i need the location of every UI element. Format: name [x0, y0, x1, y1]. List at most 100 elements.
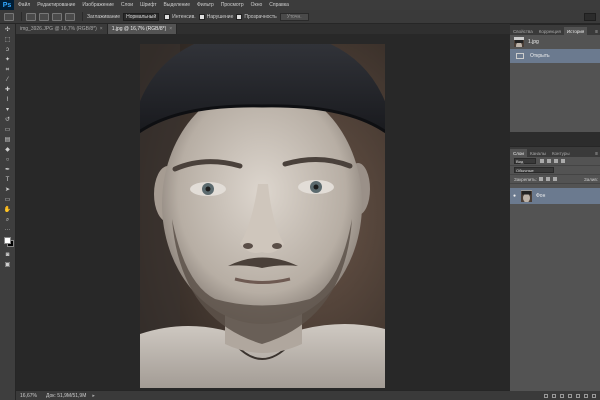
hand-tool-icon[interactable]: ✋ [3, 207, 12, 214]
document-tab-title: img_3926.JPG @ 16,7% (RGB/8*) [20, 26, 97, 32]
filter-adjust-icon[interactable] [547, 159, 551, 163]
mask-icon[interactable] [560, 393, 564, 398]
document-icon [516, 53, 524, 59]
healing-tool-icon[interactable]: ✚ [3, 87, 12, 94]
panel-menu-icon[interactable]: ≡ [595, 29, 600, 35]
menu-image[interactable]: Изображение [82, 2, 114, 8]
divider [82, 12, 83, 21]
lock-all-icon[interactable] [552, 177, 557, 181]
folder-icon[interactable] [576, 393, 580, 398]
intersect-selection-icon[interactable] [65, 12, 75, 21]
lock-position-icon[interactable] [545, 177, 550, 181]
document-size: Док: 51,9M/51,9M [46, 392, 87, 399]
tab-layers[interactable]: Слои [510, 149, 527, 157]
close-icon[interactable]: × [100, 26, 103, 32]
filter-shape-icon[interactable] [561, 159, 565, 163]
history-brush-tool-icon[interactable]: ↺ [3, 117, 12, 124]
shape-tool-icon[interactable]: ▭ [3, 197, 12, 204]
divider [21, 12, 22, 21]
canvas-area[interactable] [16, 34, 510, 390]
trash-icon[interactable] [592, 393, 596, 398]
snapshot-label: 1.jpg [528, 39, 539, 45]
dodge-tool-icon[interactable]: ○ [3, 157, 12, 164]
document-tab-active[interactable]: 1.jpg @ 16,7% (RGB/8*) × [107, 24, 178, 34]
stamp-tool-icon[interactable]: ▾ [3, 107, 12, 114]
lock-pixels-icon[interactable] [538, 177, 543, 181]
intensity-checkbox[interactable] [164, 13, 171, 20]
refine-edge-button[interactable]: Уточн. [279, 12, 309, 21]
menu-file[interactable]: Файл [18, 2, 30, 8]
magic-wand-tool-icon[interactable]: ✦ [3, 57, 12, 64]
more-tools-icon[interactable]: ··· [3, 227, 12, 234]
marquee-tool-icon[interactable]: ⬚ [3, 37, 12, 44]
add-selection-icon[interactable] [39, 12, 49, 21]
transparency-checkbox[interactable] [236, 13, 243, 20]
pen-tool-icon[interactable]: ✒ [3, 167, 12, 174]
right-panels: Свойства Коррекция История ≡ 1.jpg Откры… [510, 24, 600, 400]
history-step-open[interactable]: Открыть [510, 49, 600, 63]
tab-history[interactable]: История [563, 27, 588, 35]
path-selection-tool-icon[interactable]: ➤ [3, 187, 12, 194]
violation-checkbox[interactable] [198, 13, 205, 20]
link-icon[interactable] [544, 393, 548, 398]
zoom-tool-icon[interactable]: ⌕ [3, 217, 12, 224]
screen-mode-icon[interactable]: ▣ [3, 262, 12, 269]
eye-icon[interactable]: ● [513, 193, 521, 199]
menu-edit[interactable]: Редактирование [37, 2, 75, 8]
menu-layers[interactable]: Слои [121, 2, 133, 8]
move-tool-icon[interactable]: ✣ [3, 27, 12, 34]
menu-window[interactable]: Окно [251, 2, 263, 8]
menu-type[interactable]: Шрифт [140, 2, 156, 8]
tab-paths[interactable]: Контуры [549, 149, 573, 157]
layer-filter-select[interactable]: Вид [514, 158, 536, 164]
app-logo: Ps [0, 0, 14, 10]
layer-background[interactable]: ● Фон [510, 188, 600, 204]
menu-filter[interactable]: Фильтр [197, 2, 214, 8]
eraser-tool-icon[interactable]: ▭ [3, 127, 12, 134]
menu-help[interactable]: Справка [269, 2, 289, 8]
gradient-tool-icon[interactable]: ▤ [3, 137, 12, 144]
brush-tool-icon[interactable]: ⌇ [3, 97, 12, 104]
layers-panel-tabs: Слои Каналы Контуры ≡ [510, 147, 600, 157]
crop-tool-icon[interactable]: ⌗ [3, 67, 12, 74]
tab-properties[interactable]: Свойства [510, 27, 536, 35]
workspace-select[interactable] [584, 12, 596, 21]
lock-row: Закрепить: Залив: [510, 175, 600, 184]
status-bar: 16,67% Док: 51,9M/51,9M ▸ [16, 390, 510, 400]
document-tab[interactable]: img_3926.JPG @ 16,7% (RGB/8*) × [16, 24, 108, 34]
new-selection-icon[interactable] [26, 12, 36, 21]
fill-label: Залив: [583, 176, 598, 182]
fx-icon[interactable] [552, 393, 556, 398]
smoothing-select[interactable]: Нормальный [123, 12, 160, 21]
filter-pixel-icon[interactable] [540, 159, 544, 163]
document-image[interactable] [140, 44, 385, 388]
tool-preset-icon[interactable] [4, 12, 14, 21]
snapshot-thumbnail [514, 37, 524, 47]
violation-label: Нарушение [206, 13, 234, 20]
tab-adjustments[interactable]: Коррекция [536, 27, 564, 35]
lock-label: Закрепить: [514, 176, 537, 182]
lasso-tool-icon[interactable]: ↄ [3, 47, 12, 54]
status-menu-arrow-icon[interactable]: ▸ [92, 393, 95, 399]
history-panel-tabs: Свойства Коррекция История ≡ [510, 25, 600, 35]
eyedropper-tool-icon[interactable]: ⁄ [3, 77, 12, 84]
document-tab-title: 1.jpg @ 16,7% (RGB/8*) [111, 26, 167, 32]
blend-mode-select[interactable]: Обычные [514, 167, 554, 173]
new-layer-icon[interactable] [584, 393, 588, 398]
zoom-level[interactable]: 16,67% [20, 393, 46, 399]
tab-channels[interactable]: Каналы [527, 149, 549, 157]
adjustment-icon[interactable] [568, 393, 572, 398]
subtract-selection-icon[interactable] [52, 12, 62, 21]
blur-tool-icon[interactable]: ◆ [3, 147, 12, 154]
filter-type-icon[interactable] [554, 159, 558, 163]
history-snapshot[interactable]: 1.jpg [510, 35, 600, 49]
menu-view[interactable]: Просмотр [221, 2, 244, 8]
quick-mask-icon[interactable]: ◙ [3, 252, 12, 259]
smoothing-label: Заглаживание [87, 13, 121, 20]
foreground-color-swatch[interactable] [4, 237, 11, 244]
tools-panel: ✣ ⬚ ↄ ✦ ⌗ ⁄ ✚ ⌇ ▾ ↺ ▭ ▤ ◆ ○ ✒ T ➤ ▭ ✋ ⌕ … [0, 24, 16, 400]
panel-menu-icon[interactable]: ≡ [595, 151, 600, 157]
type-tool-icon[interactable]: T [3, 177, 12, 184]
menu-select[interactable]: Выделение [164, 2, 191, 8]
close-icon[interactable]: × [169, 26, 172, 32]
